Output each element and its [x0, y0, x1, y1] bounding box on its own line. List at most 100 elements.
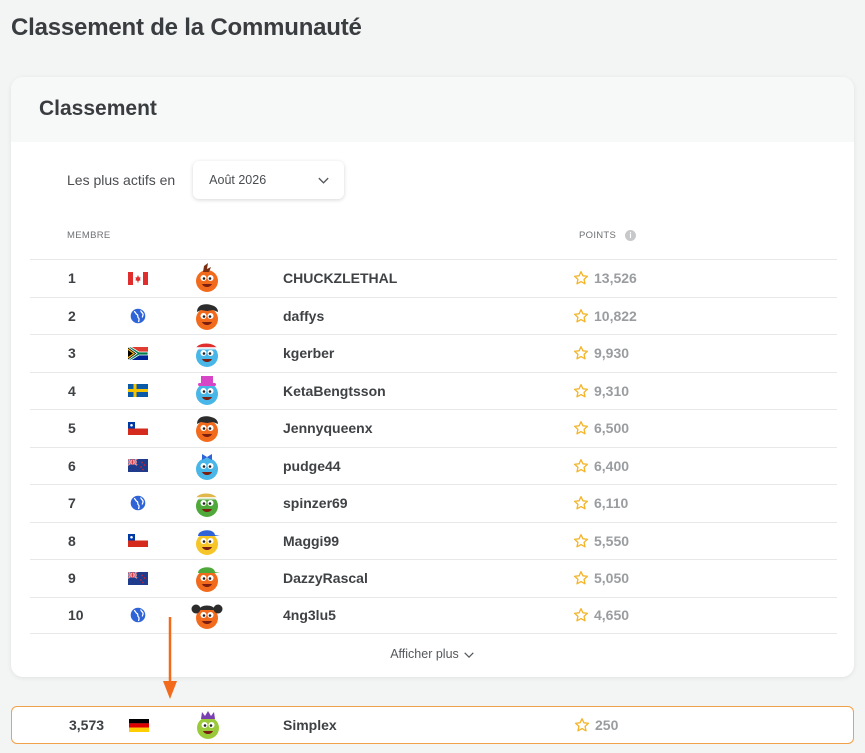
- points: 250: [574, 707, 618, 743]
- flag-south-africa-icon: [128, 346, 148, 360]
- filter-row: Les plus actifs en Août 2026: [67, 161, 345, 199]
- avatar[interactable]: [191, 335, 223, 372]
- avatar[interactable]: [191, 448, 223, 485]
- leaderboard-row[interactable]: 8 Maggi99 5,550: [30, 521, 837, 560]
- month-select-value: Août 2026: [209, 173, 267, 187]
- avatar[interactable]: [191, 410, 223, 447]
- points: 10,822: [573, 298, 637, 335]
- leaderboard-row[interactable]: 10 4ng3lu5 4,650: [30, 596, 837, 634]
- arrow-down-icon: [163, 617, 177, 699]
- country-flag: [128, 373, 148, 410]
- member-name[interactable]: Jennyqueenx: [283, 410, 372, 447]
- globe-icon: [130, 308, 146, 324]
- avatar-icon: [195, 343, 218, 368]
- member-name[interactable]: Simplex: [283, 707, 337, 743]
- leaderboard-row[interactable]: 2 daffys 10,822: [30, 296, 837, 335]
- avatar[interactable]: [191, 373, 223, 410]
- chevron-down-icon: [318, 177, 329, 184]
- rank: 8: [68, 532, 76, 549]
- column-header-points: POINTS i: [579, 230, 637, 241]
- points: 6,500: [573, 410, 629, 447]
- points-value: 10,822: [594, 307, 637, 324]
- points: 5,550: [573, 523, 629, 560]
- member-name[interactable]: DazzyRascal: [283, 560, 368, 597]
- star-icon: [573, 308, 589, 323]
- member-name[interactable]: spinzer69: [283, 485, 348, 522]
- card-header: Classement: [11, 77, 854, 142]
- member-name[interactable]: Maggi99: [283, 523, 339, 560]
- globe-icon: [130, 495, 146, 511]
- leaderboard-row[interactable]: 1 CHUCKZLETHAL 13,526: [30, 259, 837, 297]
- country-flag: [129, 707, 149, 743]
- leaderboard-row[interactable]: 7 spinzer69 6,110: [30, 484, 837, 522]
- avatar-icon: [196, 453, 218, 480]
- avatar[interactable]: [191, 485, 223, 522]
- star-icon: [573, 533, 589, 548]
- current-user-row[interactable]: 3,573 Simplex 250: [11, 706, 854, 744]
- points: 9,310: [573, 373, 629, 410]
- star-icon: [574, 718, 590, 732]
- points: 4,650: [573, 598, 629, 634]
- avatar-icon: [195, 493, 218, 518]
- country-flag: [128, 410, 148, 447]
- country-flag: [128, 560, 148, 597]
- rank: 10: [68, 607, 84, 624]
- show-more-label: Afficher plus: [390, 647, 459, 661]
- country-flag: [128, 485, 146, 522]
- member-name[interactable]: CHUCKZLETHAL: [283, 260, 397, 297]
- card-title: Classement: [39, 97, 157, 120]
- star-icon: [573, 346, 589, 360]
- avatar[interactable]: [191, 523, 223, 560]
- avatar-icon: [191, 604, 223, 630]
- avatar-icon: [196, 263, 218, 293]
- country-flag: [128, 598, 146, 634]
- flag-new-zealand-icon: [128, 459, 148, 473]
- avatar[interactable]: [191, 298, 223, 335]
- avatar[interactable]: [191, 598, 223, 634]
- page-title: Classement de la Communauté: [11, 14, 362, 41]
- flag-germany-icon: [129, 718, 149, 732]
- flag-canada-icon: [128, 271, 148, 285]
- member-name[interactable]: KetaBengtsson: [283, 373, 386, 410]
- points-value: 13,526: [594, 270, 637, 287]
- avatar[interactable]: [191, 260, 223, 297]
- show-more-button[interactable]: Afficher plus: [11, 647, 854, 661]
- avatar-icon: [196, 304, 218, 330]
- flag-chile-icon: [128, 534, 148, 548]
- flag-sweden-icon: [128, 384, 148, 398]
- points-value: 6,110: [594, 495, 629, 512]
- country-flag: [128, 298, 146, 335]
- info-icon[interactable]: i: [625, 230, 637, 241]
- avatar-icon: [197, 711, 219, 739]
- star-icon: [573, 271, 589, 285]
- points-value: 6,500: [594, 420, 630, 437]
- country-flag: [128, 448, 148, 485]
- member-name[interactable]: 4ng3lu5: [283, 598, 336, 634]
- country-flag: [128, 260, 148, 297]
- column-header-points-label: POINTS: [579, 230, 617, 241]
- avatar-icon: [196, 375, 218, 405]
- country-flag: [128, 335, 148, 372]
- member-name[interactable]: kgerber: [283, 335, 334, 372]
- avatar[interactable]: [192, 707, 224, 743]
- star-icon: [573, 496, 589, 510]
- avatar-icon: [196, 529, 220, 555]
- member-name[interactable]: pudge44: [283, 448, 341, 485]
- leaderboard-row[interactable]: 9 DazzyRascal 5,050: [30, 559, 837, 597]
- column-header-member: MEMBRE: [67, 230, 111, 241]
- leaderboard-row[interactable]: 4 KetaBengtsson 9,310: [30, 371, 837, 410]
- points: 13,526: [573, 260, 637, 297]
- leaderboard-row[interactable]: 3 kgerber 9,930: [30, 334, 837, 372]
- member-name[interactable]: daffys: [283, 298, 324, 335]
- avatar-icon: [196, 416, 218, 443]
- star-icon: [573, 458, 589, 473]
- points-value: 9,310: [594, 382, 630, 399]
- avatar[interactable]: [191, 560, 223, 597]
- rank: 6: [68, 457, 76, 474]
- leaderboard-row[interactable]: 5 Jennyqueenx 6,500: [30, 409, 837, 447]
- leaderboard-row[interactable]: 6 pudge44 6,400: [30, 446, 837, 485]
- points-value: 6,400: [594, 457, 630, 474]
- points: 9,930: [573, 335, 629, 372]
- rank: 9: [68, 570, 76, 587]
- month-select[interactable]: Août 2026: [193, 161, 345, 199]
